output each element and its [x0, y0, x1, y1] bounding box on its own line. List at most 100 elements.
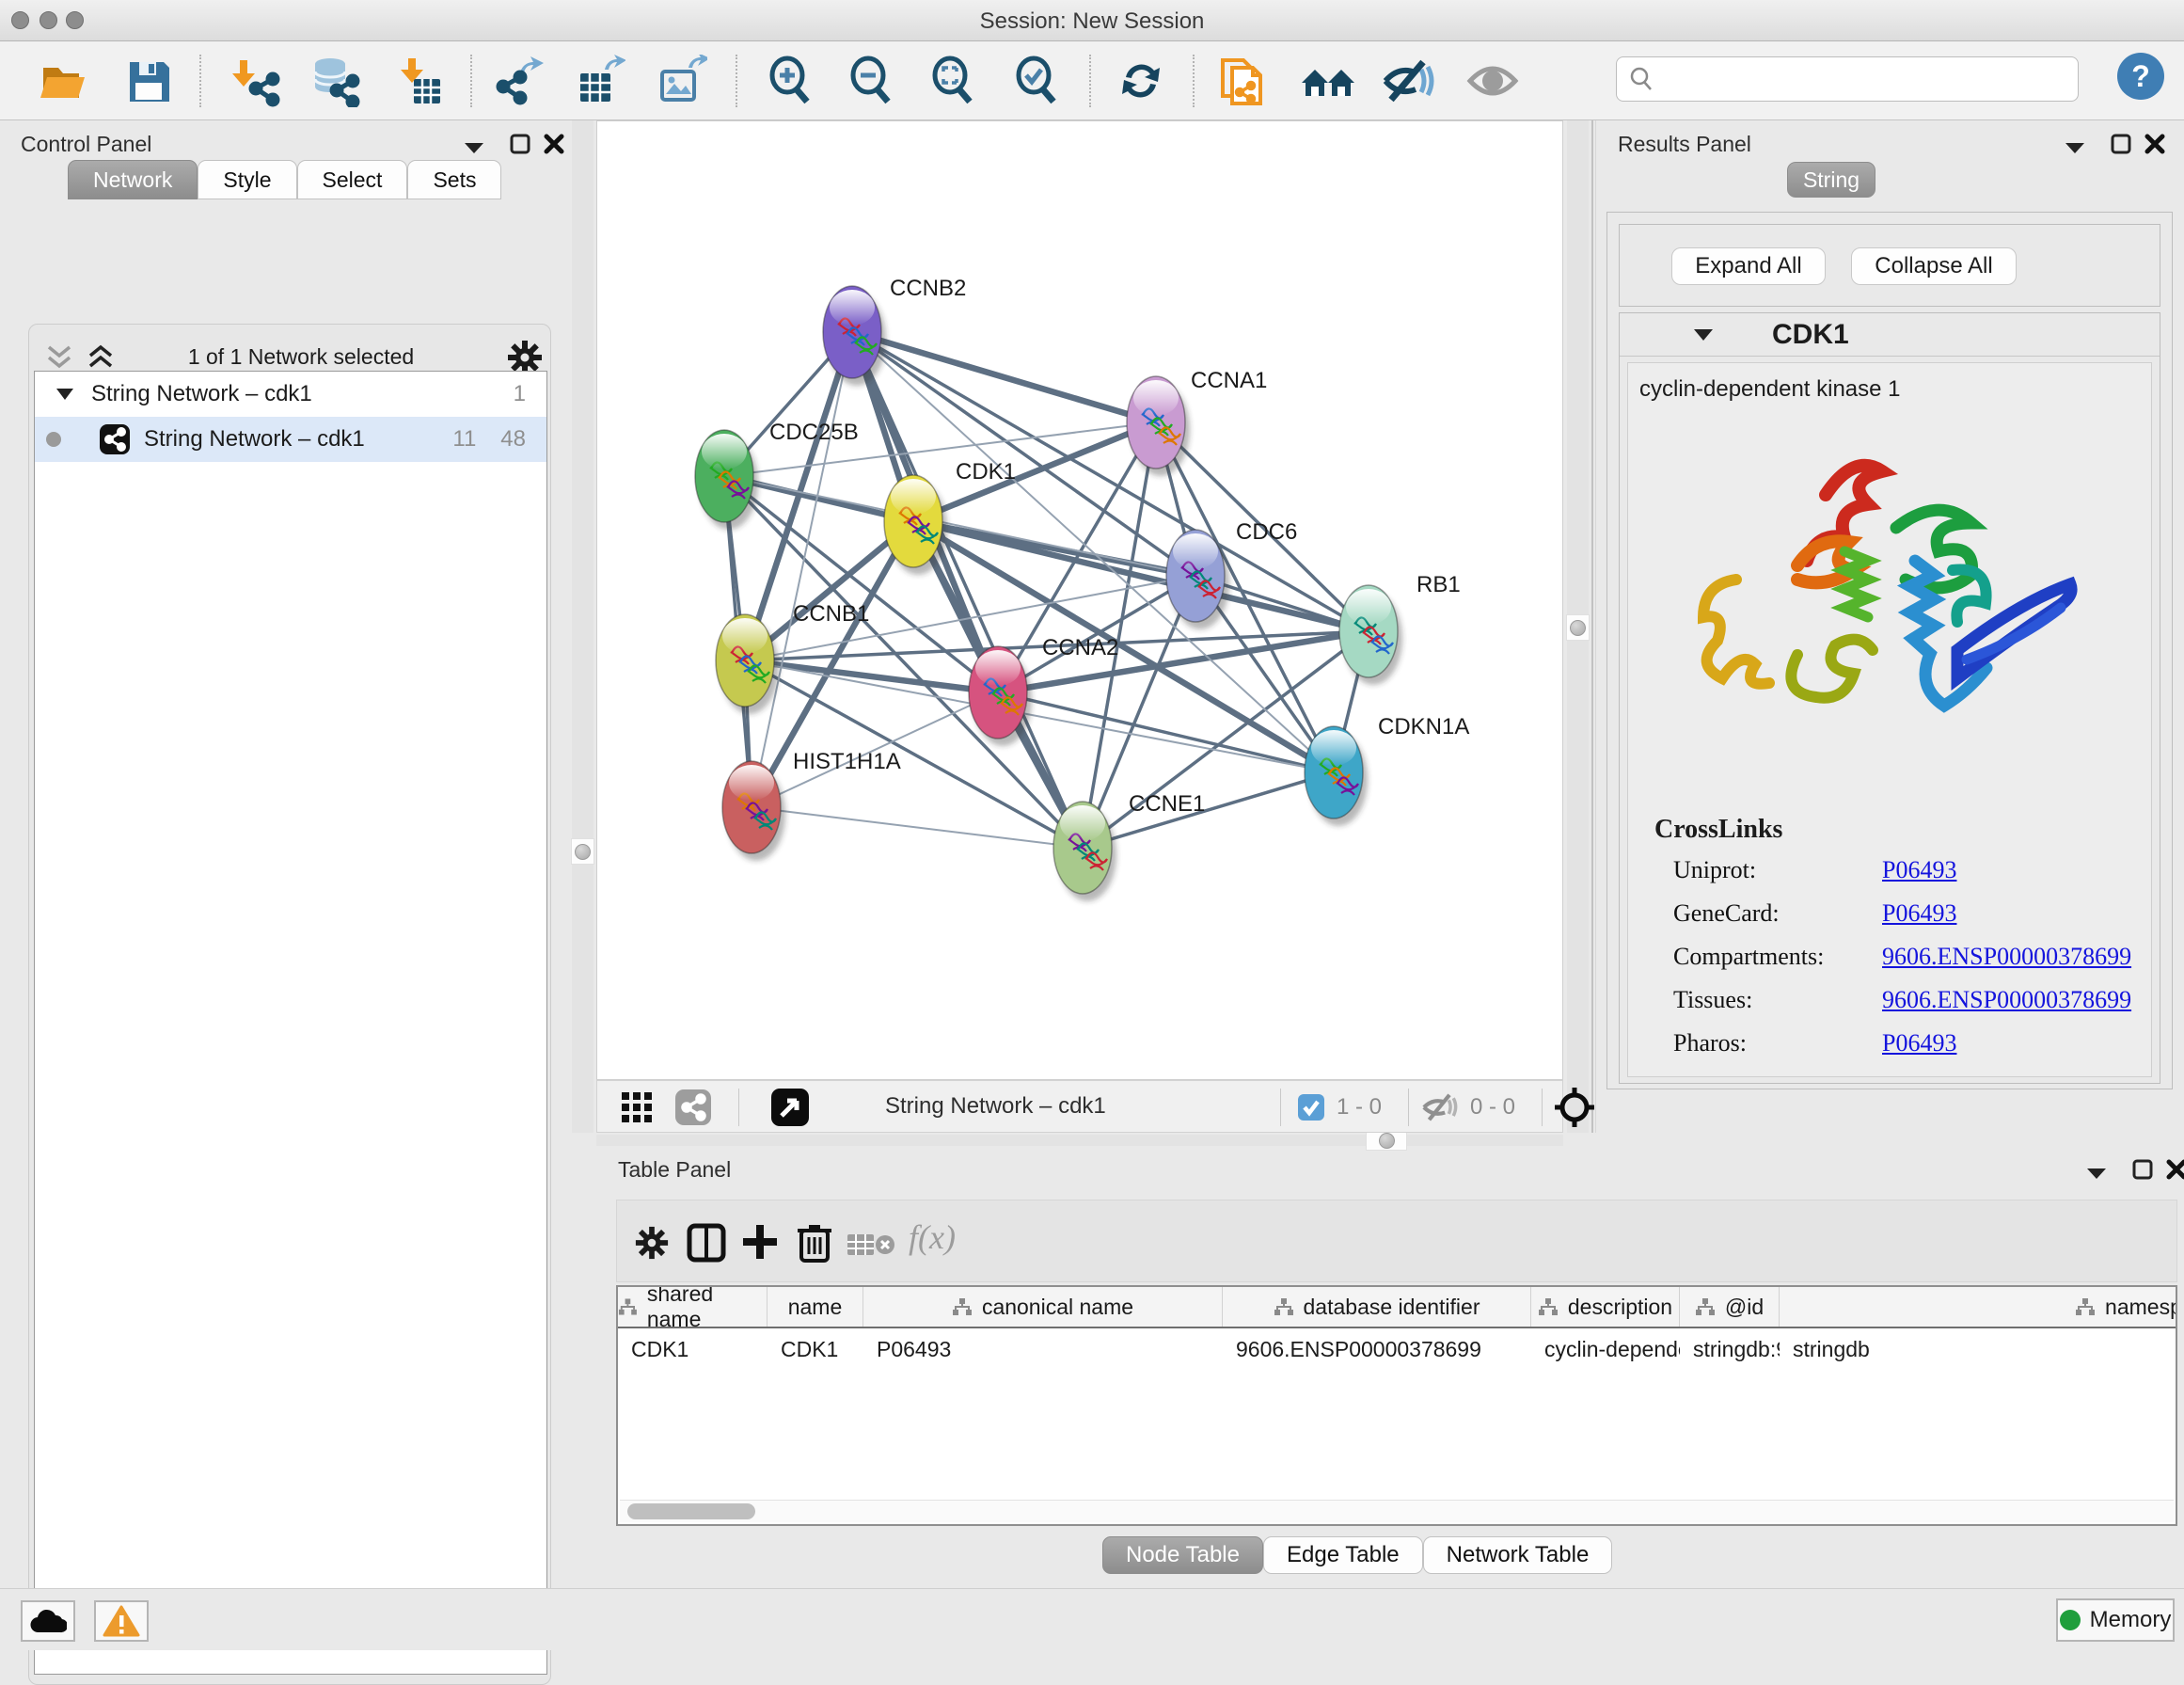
column-header-shared-name[interactable]: shared name — [618, 1287, 768, 1327]
left-splitter[interactable] — [572, 120, 593, 1133]
first-neighbors-button[interactable] — [1298, 51, 1358, 111]
new-network-from-selection-button[interactable] — [1211, 51, 1272, 111]
right-splitter-grip[interactable] — [1566, 614, 1590, 641]
export-image-button[interactable] — [651, 51, 711, 111]
cloud-button[interactable] — [21, 1600, 75, 1642]
column-header-namespace[interactable]: namespace — [1780, 1287, 2177, 1327]
birds-eye-view-icon[interactable] — [770, 1088, 810, 1127]
section-collapse-icon[interactable] — [1693, 328, 1714, 342]
control-panel-float-icon[interactable] — [463, 141, 485, 154]
network-row-selected[interactable]: String Network – cdk1 11 48 — [35, 417, 546, 462]
show-columns-icon[interactable] — [687, 1223, 726, 1263]
table-settings-gear-icon[interactable] — [634, 1225, 670, 1261]
fit-selected-crosshair-icon[interactable] — [1553, 1086, 1596, 1129]
tab-sets[interactable]: Sets — [407, 160, 501, 199]
collapse-all-button[interactable]: Collapse All — [1851, 247, 2017, 285]
table-cell[interactable]: stringdb:9... — [1680, 1328, 1780, 1370]
search-bar[interactable] — [1616, 56, 2079, 102]
zoom-out-button[interactable] — [841, 51, 901, 111]
memory-button[interactable]: Memory — [2056, 1598, 2175, 1642]
export-network-button[interactable] — [488, 51, 548, 111]
node-CCNB2[interactable] — [823, 286, 886, 386]
table-panel-close-icon[interactable] — [2166, 1159, 2184, 1180]
edge-CCNB2-CCNA1[interactable] — [852, 332, 1156, 422]
edge-CCNA2-CDKN1A[interactable] — [998, 692, 1334, 772]
node-CCNB1[interactable] — [716, 614, 779, 714]
tree-expand-icon[interactable] — [55, 388, 74, 401]
delete-column-trash-icon[interactable] — [796, 1221, 833, 1263]
node-CCNA2[interactable] — [969, 646, 1032, 746]
tab-network[interactable]: Network — [68, 160, 198, 199]
tab-string[interactable]: String — [1787, 162, 1875, 198]
tab-edge-table[interactable]: Edge Table — [1263, 1536, 1423, 1574]
import-network-database-button[interactable] — [304, 51, 364, 111]
search-input[interactable] — [1654, 67, 2059, 91]
table-cell[interactable]: stringdb — [1780, 1328, 2177, 1370]
table-hscrollbar-thumb[interactable] — [627, 1503, 755, 1519]
results-panel-close-icon[interactable] — [2144, 134, 2165, 154]
show-all-button[interactable] — [1463, 51, 1523, 111]
node-table[interactable]: shared namenamecanonical namedatabase id… — [616, 1285, 2177, 1526]
export-table-button[interactable] — [569, 51, 629, 111]
add-column-icon[interactable] — [741, 1223, 779, 1261]
table-cell[interactable]: cyclin-dependent ... — [1531, 1328, 1680, 1370]
edge-HIST1H1A-CCNE1[interactable] — [752, 807, 1083, 848]
crosslink-link[interactable]: 9606.ENSP00000378699 — [1882, 943, 2131, 971]
node-CCNA1[interactable] — [1127, 376, 1190, 476]
selected-checkbox-icon[interactable] — [1297, 1093, 1325, 1121]
zoom-fit-button[interactable] — [923, 51, 983, 111]
network-graph[interactable]: CCNB2CCNA1CDC25BCDK1CDC6RB1CCNB1CCNA2CDK… — [597, 121, 1562, 1079]
import-table-file-button[interactable] — [389, 51, 450, 111]
table-cell[interactable]: CDK1 — [618, 1328, 768, 1370]
bottom-splitter[interactable] — [596, 1135, 1563, 1146]
left-splitter-grip[interactable] — [571, 838, 594, 865]
expand-all-networks-icon[interactable] — [87, 344, 115, 371]
control-panel-maximize-icon[interactable] — [510, 134, 530, 154]
node-CDKN1A[interactable] — [1305, 726, 1368, 826]
table-hscrollbar[interactable] — [620, 1500, 2174, 1522]
edge-CCNB2-RB1[interactable] — [852, 332, 1369, 631]
column-header-canonical-name[interactable]: canonical name — [863, 1287, 1223, 1327]
hide-selected-button[interactable] — [1380, 51, 1440, 111]
zoom-selected-button[interactable] — [1006, 51, 1067, 111]
node-HIST1H1A[interactable] — [722, 761, 785, 861]
crosslink-link[interactable]: P06493 — [1882, 1029, 1956, 1057]
node-CDC25B[interactable] — [695, 430, 758, 530]
column-header-database-identifier[interactable]: database identifier — [1223, 1287, 1531, 1327]
open-session-button[interactable] — [34, 51, 94, 111]
edge-CCNB1-CCNA2[interactable] — [745, 660, 998, 692]
tab-style[interactable]: Style — [198, 160, 296, 199]
edge-CCNB2-HIST1H1A[interactable] — [752, 332, 852, 807]
table-row[interactable]: CDK1CDK1P064939606.ENSP00000378699cyclin… — [618, 1328, 2176, 1370]
column-header--id[interactable]: @id — [1680, 1287, 1780, 1327]
tab-select[interactable]: Select — [297, 160, 408, 199]
column-header-description[interactable]: description — [1531, 1287, 1680, 1327]
network-collection-row[interactable]: String Network – cdk1 1 — [35, 372, 546, 417]
save-session-button[interactable] — [119, 51, 179, 111]
crosslink-link[interactable]: 9606.ENSP00000378699 — [1882, 986, 2131, 1014]
gene-section-header[interactable]: CDK1 — [1620, 313, 2160, 357]
grid-view-icon[interactable] — [622, 1092, 654, 1122]
control-panel-close-icon[interactable] — [544, 134, 564, 154]
column-header-name[interactable]: name — [768, 1287, 863, 1327]
table-cell[interactable]: CDK1 — [768, 1328, 863, 1370]
results-panel-float-icon[interactable] — [2064, 141, 2086, 154]
zoom-in-button[interactable] — [760, 51, 820, 111]
refresh-button[interactable] — [1111, 51, 1171, 111]
crosslink-link[interactable]: P06493 — [1882, 899, 1956, 928]
expand-all-button[interactable]: Expand All — [1671, 247, 1826, 285]
warnings-button[interactable] — [94, 1600, 149, 1642]
network-canvas[interactable]: CCNB2CCNA1CDC25BCDK1CDC6RB1CCNB1CCNA2CDK… — [596, 120, 1563, 1080]
help-button[interactable]: ? — [2117, 53, 2164, 100]
import-network-file-button[interactable] — [225, 51, 285, 111]
node-RB1[interactable] — [1339, 585, 1402, 685]
tab-network-table[interactable]: Network Table — [1423, 1536, 1613, 1574]
table-panel-maximize-icon[interactable] — [2132, 1159, 2153, 1180]
network-view-icon[interactable] — [674, 1089, 712, 1126]
table-cell[interactable]: 9606.ENSP00000378699 — [1223, 1328, 1531, 1370]
table-cell[interactable]: P06493 — [863, 1328, 1223, 1370]
table-panel-float-icon[interactable] — [2085, 1167, 2108, 1180]
crosslink-link[interactable]: P06493 — [1882, 856, 1956, 884]
tab-node-table[interactable]: Node Table — [1102, 1536, 1263, 1574]
collapse-all-networks-icon[interactable] — [45, 344, 73, 371]
